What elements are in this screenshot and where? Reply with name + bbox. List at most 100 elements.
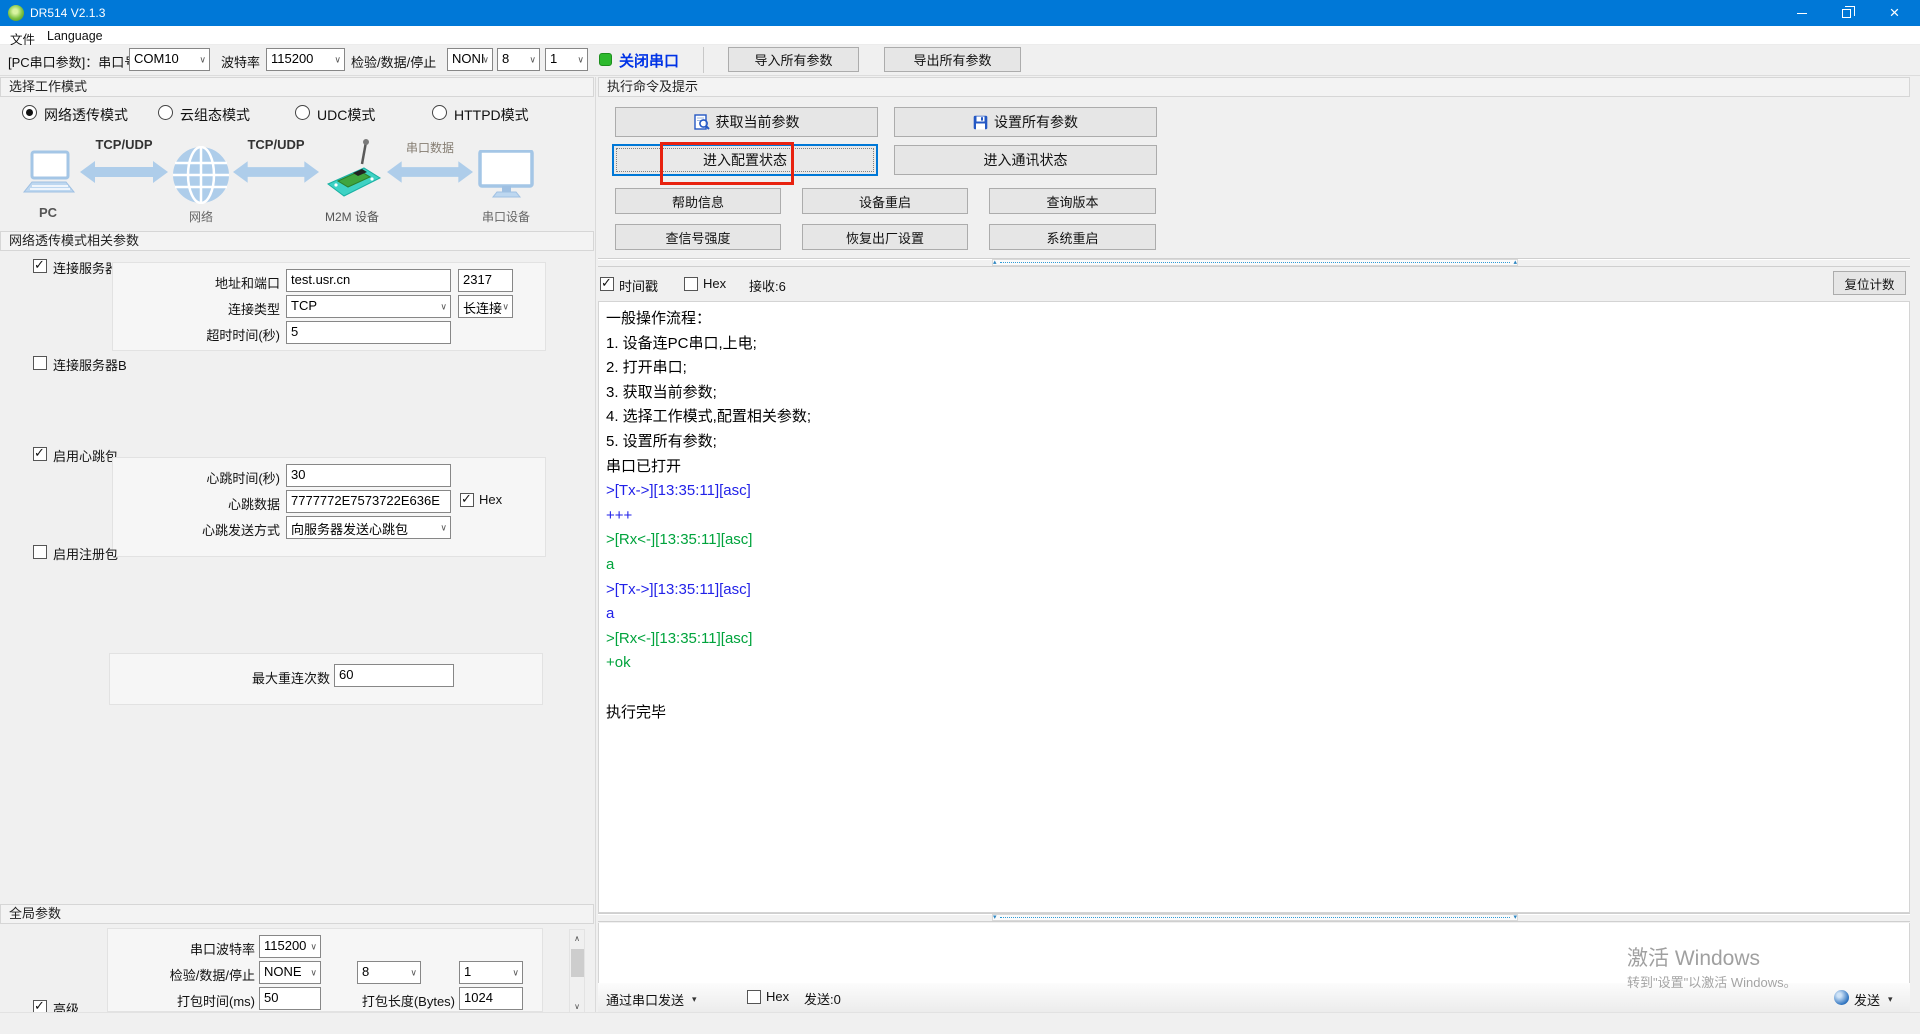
mode-section-header: 选择工作模式 [0,77,594,97]
send-via-serial-dropdown[interactable]: 通过串口发送 [606,990,684,1009]
heartbeat-data-input[interactable]: 7777772E7573722E636E [286,490,451,513]
command-section-header: 执行命令及提示 [598,77,1910,97]
mode-label-udc[interactable]: UDC模式 [317,105,375,125]
log-bottom-splitter[interactable]: ▾ ▾ [598,913,1910,922]
mode-label-cloud[interactable]: 云组态模式 [180,105,250,125]
link1-label: TCP/UDP [84,137,164,152]
get-params-button[interactable]: 获取当前参数 [615,107,878,137]
packtime-input[interactable]: 50 [259,987,321,1010]
server-b-checkbox[interactable] [33,356,47,370]
keepalive-select[interactable]: 长连接 ∨ [458,295,513,318]
recv-count-label: 接收:6 [749,276,786,295]
caret-down-icon[interactable]: ▾ [1888,994,1893,1005]
get-params-label: 获取当前参数 [716,112,800,132]
minimize-icon [1797,13,1807,14]
scroll-down-icon[interactable]: ∨ [570,999,584,1013]
mode-radio-httpd[interactable] [432,105,447,120]
factory-reset-button[interactable]: 恢复出厂设置 [802,224,968,250]
log-line: >[Rx<-][13:35:11][asc] [606,528,811,553]
scroll-up-icon[interactable]: ∧ [570,931,584,945]
global-parity-select[interactable]: NONE ∨ [259,961,321,984]
stopbits-select[interactable]: 1 ∨ [545,48,588,71]
log-hex-label[interactable]: Hex [703,276,726,291]
mode-radio-transparent[interactable] [22,105,37,120]
log-hex-checkbox[interactable] [684,277,698,291]
send-hex-checkbox[interactable] [747,990,761,1004]
log-line: 2. 打开串口; [606,356,811,381]
baud-label: 波特率 [221,52,260,71]
reset-count-label: 复位计数 [1844,274,1894,293]
keepalive-value: 长连接 [463,301,502,316]
log-line: a [606,553,811,578]
splitter-grip[interactable]: ▴ ▴ [992,259,1518,266]
enter-comm-button[interactable]: 进入通讯状态 [894,145,1157,175]
reset-count-button[interactable]: 复位计数 [1833,271,1906,295]
help-button[interactable]: 帮助信息 [615,188,781,214]
heartbeat-hex-checkbox[interactable]: ✓ [460,493,474,507]
heartbeat-time-input[interactable]: 30 [286,464,451,487]
export-params-button[interactable]: 导出所有参数 [884,47,1021,72]
check-icon: ✓ [34,257,45,273]
mode-radio-cloud[interactable] [158,105,173,120]
log-area[interactable]: 一般操作流程：1. 设备连PC串口,上电;2. 打开串口;3. 获取当前参数;4… [598,301,1910,913]
splitter-dots [1000,917,1511,918]
restore-button[interactable] [1824,0,1869,26]
send-button[interactable]: 发送 [1854,990,1880,1009]
caret-down-icon[interactable]: ▾ [692,994,697,1005]
heartbeat-mode-select[interactable]: 向服务器发送心跳包 ∨ [286,516,451,539]
mode-label-httpd[interactable]: HTTPD模式 [454,105,529,125]
chevron-down-icon: ∨ [310,967,317,978]
app-logo-icon [8,5,24,21]
import-params-button[interactable]: 导入所有参数 [728,47,859,72]
databits-select[interactable]: 8 ∨ [497,48,540,71]
conn-type-select[interactable]: TCP ∨ [286,295,451,318]
server-b-label[interactable]: 连接服务器B [53,355,127,374]
stopbits-value: 1 [550,51,557,66]
server-a-address-input[interactable]: test.usr.cn [286,269,451,292]
global-stopbits-select[interactable]: 1 ∨ [459,961,523,984]
baud-select[interactable]: 115200 ∨ [266,48,345,71]
mode-radio-udc[interactable] [295,105,310,120]
server-a-port-input[interactable]: 2317 [458,269,513,292]
menu-language[interactable]: Language [43,28,107,44]
com-port-select[interactable]: COM10 ∨ [129,48,210,71]
timestamp-label[interactable]: 时间戳 [619,276,658,295]
server-a-checkbox[interactable]: ✓ [33,259,47,273]
close-serial-button[interactable]: 关闭串口 [619,50,679,71]
triangle-up-icon: ▴ [993,259,997,266]
register-label[interactable]: 启用注册包 [53,544,118,563]
timeout-input[interactable]: 5 [286,321,451,344]
link2-arrow-icon [233,160,319,189]
activate-windows-watermark: 激活 Windows [1627,942,1760,972]
global-section-header: 全局参数 [0,904,594,924]
log-line: +ok [606,651,811,676]
reconnect-input[interactable]: 60 [334,664,454,687]
send-hex-label[interactable]: Hex [766,989,789,1004]
heartbeat-checkbox[interactable]: ✓ [33,447,47,461]
scrollbar-thumb[interactable] [571,949,584,977]
timestamp-checkbox[interactable]: ✓ [600,277,614,291]
global-databits-select[interactable]: 8 ∨ [357,961,421,984]
signal-strength-button[interactable]: 查信号强度 [615,224,781,250]
pc-icon [18,150,78,207]
chevron-down-icon: ∨ [410,967,417,978]
heartbeat-hex-label[interactable]: Hex [479,492,502,507]
set-params-button[interactable]: 设置所有参数 [894,107,1157,137]
device-reboot-button[interactable]: 设备重启 [802,188,968,214]
pc-node-label: PC [20,205,76,220]
conn-type-label: 连接类型 [150,299,280,318]
mode-label-transparent[interactable]: 网络透传模式 [44,105,128,125]
close-button[interactable]: × [1869,0,1920,26]
parity-select[interactable]: NONI ∨ [447,48,493,71]
triangle-down-icon: ▾ [1513,914,1517,921]
global-baud-select[interactable]: 115200 ∨ [259,935,321,958]
splitter-grip[interactable]: ▾ ▾ [992,914,1518,921]
system-reboot-button[interactable]: 系统重启 [989,224,1156,250]
minimize-button[interactable] [1779,0,1824,26]
log-top-splitter[interactable]: ▴ ▴ [598,258,1910,267]
packlen-input[interactable]: 1024 [459,987,523,1010]
register-checkbox[interactable] [33,545,47,559]
global-scrollbar[interactable]: ∧ ∨ [569,929,585,1015]
query-version-button[interactable]: 查询版本 [989,188,1156,214]
heartbeat-label[interactable]: 启用心跳包 [53,446,118,465]
